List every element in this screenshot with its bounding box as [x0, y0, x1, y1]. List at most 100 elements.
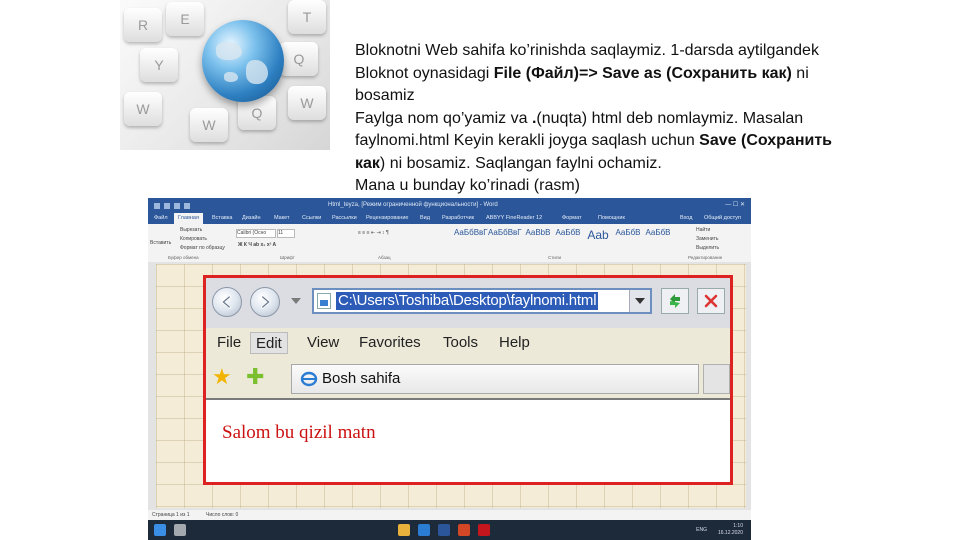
key-cap: R: [124, 8, 162, 42]
text-line: Mana u bunday ko’rinadi (rasm): [355, 177, 580, 194]
url-dropdown-icon[interactable]: [629, 290, 650, 312]
text-line: ni: [791, 64, 809, 82]
bold-save-label-end: как: [355, 154, 380, 172]
windows-taskbar: ENG 1:10 16.12.2020: [148, 520, 751, 540]
menu-view[interactable]: View: [302, 332, 344, 354]
ribbon-home: Вставить Вырезать Копировать Формат по о…: [148, 224, 751, 263]
tab-layout[interactable]: Макет: [270, 213, 294, 224]
word-title: Html_teyza, [Режим ограниченной функцион…: [328, 202, 498, 208]
tab-review[interactable]: Рецензирование: [362, 213, 412, 224]
url-text: C:\Users\Toshiba\Desktop\faylnomi.html: [336, 292, 599, 310]
cut-button[interactable]: Вырезать: [180, 227, 202, 233]
tab-label: Bosh sahifa: [322, 370, 401, 387]
refresh-icon: [670, 294, 680, 308]
text-line: bosamiz: [355, 87, 415, 104]
style-heading1[interactable]: AaBbB: [522, 228, 554, 254]
bold-menu-path: File (Файл)=> Save as (Сохранить как): [493, 64, 792, 82]
bold-format-icon[interactable]: Ж К Ч ab x₂ x² A: [238, 242, 276, 248]
tab-format[interactable]: Формат: [558, 213, 586, 224]
ie-icon[interactable]: [418, 524, 430, 536]
style-heading2[interactable]: АаБбВ: [552, 228, 584, 254]
close-icon: [704, 294, 718, 308]
stop-button[interactable]: [697, 288, 725, 314]
style-no-spacing[interactable]: АаБбВвГ: [488, 228, 522, 254]
refresh-button[interactable]: [661, 288, 689, 314]
tab-view[interactable]: Вид: [416, 213, 434, 224]
text-line: (nuqta) html deb nomlaymiz. Masalan: [536, 109, 804, 127]
instruction-text: Bloknotni Web sahifa ko’rinishda saqlaym…: [355, 40, 915, 198]
bold-save-label: Save (Сохранить: [699, 132, 832, 149]
word-icon[interactable]: [438, 524, 450, 536]
find-button[interactable]: Найти: [696, 227, 710, 233]
tab-mailings[interactable]: Рассылки: [328, 213, 361, 224]
quick-access-toolbar[interactable]: [154, 201, 214, 209]
style-emphasis[interactable]: АаБбВ: [642, 228, 674, 254]
word-statusbar: Страница 1 из 1 Число слов: 0: [148, 510, 751, 520]
tab-home[interactable]: Главная: [174, 213, 203, 224]
format-painter-button[interactable]: Формат по образцу: [180, 245, 225, 251]
menu-favorites[interactable]: Favorites: [354, 332, 426, 354]
text-line: faylnomi.html Keyin kerakli joyga saqlas…: [355, 132, 700, 149]
tab-insert[interactable]: Вставка: [208, 213, 236, 224]
group-styles-label: Стили: [548, 255, 561, 260]
sign-in-link[interactable]: Вход: [676, 213, 696, 224]
text-line: Bloknot oynasidagi: [355, 64, 494, 82]
back-button[interactable]: [212, 287, 242, 317]
system-clock[interactable]: 1:10 16.12.2020: [718, 523, 743, 537]
style-subtitle[interactable]: АаБбВ: [612, 228, 644, 254]
language-indicator[interactable]: ENG: [696, 527, 707, 533]
font-size-select[interactable]: 11: [277, 229, 295, 238]
key-cap: E: [166, 2, 204, 36]
style-title[interactable]: Aab: [582, 228, 614, 254]
window-controls[interactable]: — ☐ ✕: [725, 198, 745, 212]
paragraph-controls[interactable]: ≡ ≡ ≡ ⇤ ⇥ ↕ ¶: [358, 230, 389, 236]
style-normal[interactable]: АаБбВвГ: [454, 228, 488, 254]
replace-button[interactable]: Заменить: [696, 236, 718, 242]
menu-file[interactable]: File: [212, 332, 246, 354]
key-cap: Q: [280, 42, 318, 76]
clock-date: 16.12.2020: [717, 530, 743, 536]
tab-developer[interactable]: Разработчик: [438, 213, 478, 224]
search-icon[interactable]: [174, 524, 186, 536]
tab-design[interactable]: Дизайн: [238, 213, 265, 224]
start-icon[interactable]: [154, 524, 166, 536]
url-input[interactable]: C:\Users\Toshiba\Desktop\faylnomi.html: [312, 288, 652, 314]
page-icon: [317, 293, 331, 309]
star-icon[interactable]: ★: [212, 364, 232, 390]
browser-menubar: File Edit View Favorites Tools Help: [206, 328, 730, 359]
menu-tools[interactable]: Tools: [438, 332, 483, 354]
key-cap: Y: [140, 48, 178, 82]
forward-button[interactable]: [250, 287, 280, 317]
tab-references[interactable]: Ссылки: [298, 213, 325, 224]
history-dropdown-icon[interactable]: [291, 298, 301, 304]
paste-button[interactable]: Вставить: [150, 240, 171, 246]
globe-icon: [202, 20, 284, 102]
copy-button[interactable]: Копировать: [180, 236, 207, 242]
pdf-icon[interactable]: [478, 524, 490, 536]
tab-abbyy[interactable]: ABBYY FineReader 12: [482, 213, 546, 224]
tab-file[interactable]: Файл: [150, 213, 172, 224]
key-cap: W: [288, 86, 326, 120]
menu-help[interactable]: Help: [494, 332, 535, 354]
arrow-right-icon: [260, 295, 271, 309]
new-tab-button[interactable]: [703, 364, 730, 394]
add-favorite-icon[interactable]: ✚: [246, 364, 264, 390]
powerpoint-icon[interactable]: [458, 524, 470, 536]
arrow-left-icon: [221, 295, 232, 309]
text-line: Bloknotni Web sahifa ko’rinishda saqlaym…: [355, 42, 819, 59]
group-editing-label: Редактирование: [688, 255, 723, 260]
menu-edit[interactable]: Edit: [250, 332, 288, 354]
browser-address-bar: C:\Users\Toshiba\Desktop\faylnomi.html: [206, 278, 730, 329]
group-paragraph-label: Абзац: [378, 255, 391, 260]
page-count: Страница 1 из 1: [152, 512, 190, 518]
ribbon-tabs: Файл Главная Вставка Дизайн Макет Ссылки…: [148, 212, 751, 224]
browser-window: C:\Users\Toshiba\Desktop\faylnomi.html F…: [203, 275, 733, 485]
tab-assistant[interactable]: Помощник: [594, 213, 629, 224]
share-button[interactable]: Общий доступ: [700, 213, 745, 224]
tab-bosh-sahifa[interactable]: Bosh sahifa: [291, 364, 699, 394]
ie-logo-icon: [300, 371, 318, 387]
explorer-icon[interactable]: [398, 524, 410, 536]
font-name-select[interactable]: Calibri (Осно: [236, 229, 276, 238]
page-content: Salom bu qizil matn: [206, 400, 730, 482]
select-button[interactable]: Выделить: [696, 245, 719, 251]
